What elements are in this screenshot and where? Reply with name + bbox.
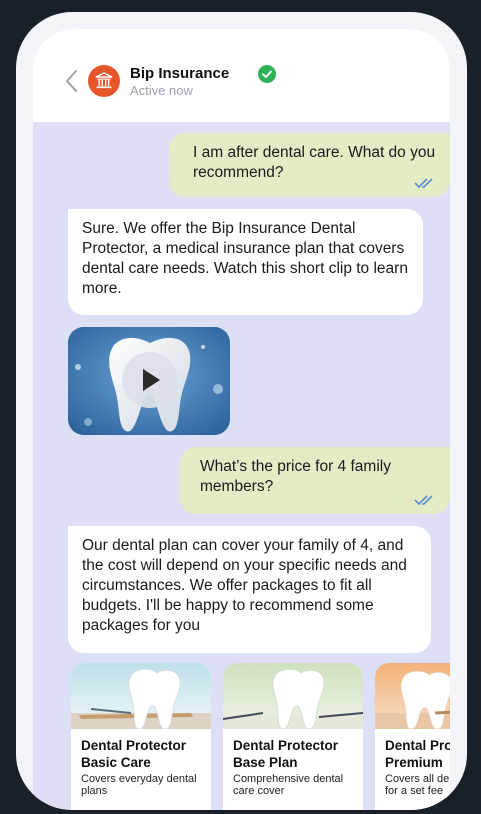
package-carousel[interactable]: Dental Protector Basic Care Covers every… (71, 663, 450, 810)
package-card[interactable]: Dental Protector Base Plan Comprehensive… (223, 663, 363, 810)
outgoing-message: I am after dental care. What do you reco… (169, 133, 450, 197)
tooth-image (223, 663, 363, 729)
package-card[interactable]: Dental Protector Basic Care Covers every… (71, 663, 211, 810)
package-description: Covers all dental costs for a set fee (385, 773, 450, 797)
contact-status: Active now (130, 83, 193, 98)
bank-avatar-icon[interactable] (88, 65, 120, 97)
package-card[interactable]: Dental Protector Premium Covers all dent… (375, 663, 450, 810)
read-receipt-icon (414, 178, 433, 189)
chat-screen: Bip Insurance Active now I am after dent… (33, 29, 450, 810)
outgoing-message: What’s the price for 4 family members? (180, 447, 450, 514)
verified-badge-icon (258, 65, 276, 83)
package-title: Dental Protector Basic Care (81, 738, 187, 770)
message-text: Sure. We offer the Bip Insurance Dental … (82, 220, 408, 297)
package-title: Dental Protector Premium (385, 738, 450, 770)
play-icon (143, 369, 160, 391)
package-title: Dental Protector Base Plan (233, 738, 339, 770)
play-button[interactable] (122, 352, 178, 408)
read-receipt-icon (414, 495, 433, 506)
tooth-image (375, 663, 450, 729)
chat-header: Bip Insurance Active now (33, 29, 450, 122)
back-icon[interactable] (63, 69, 81, 93)
incoming-message: Sure. We offer the Bip Insurance Dental … (68, 209, 423, 315)
package-description: Covers everyday dental plans (81, 773, 197, 797)
phone-frame: Bip Insurance Active now I am after dent… (16, 12, 467, 810)
message-text: What’s the price for 4 family members? (200, 458, 391, 495)
message-text: Our dental plan can cover your family of… (82, 537, 407, 634)
video-thumbnail[interactable] (68, 327, 230, 435)
contact-name: Bip Insurance (130, 65, 230, 82)
package-description: Comprehensive dental care cover (233, 773, 344, 797)
incoming-message: Our dental plan can cover your family of… (68, 526, 431, 653)
message-text: I am after dental care. What do you reco… (193, 144, 436, 181)
tooth-image (71, 663, 211, 729)
